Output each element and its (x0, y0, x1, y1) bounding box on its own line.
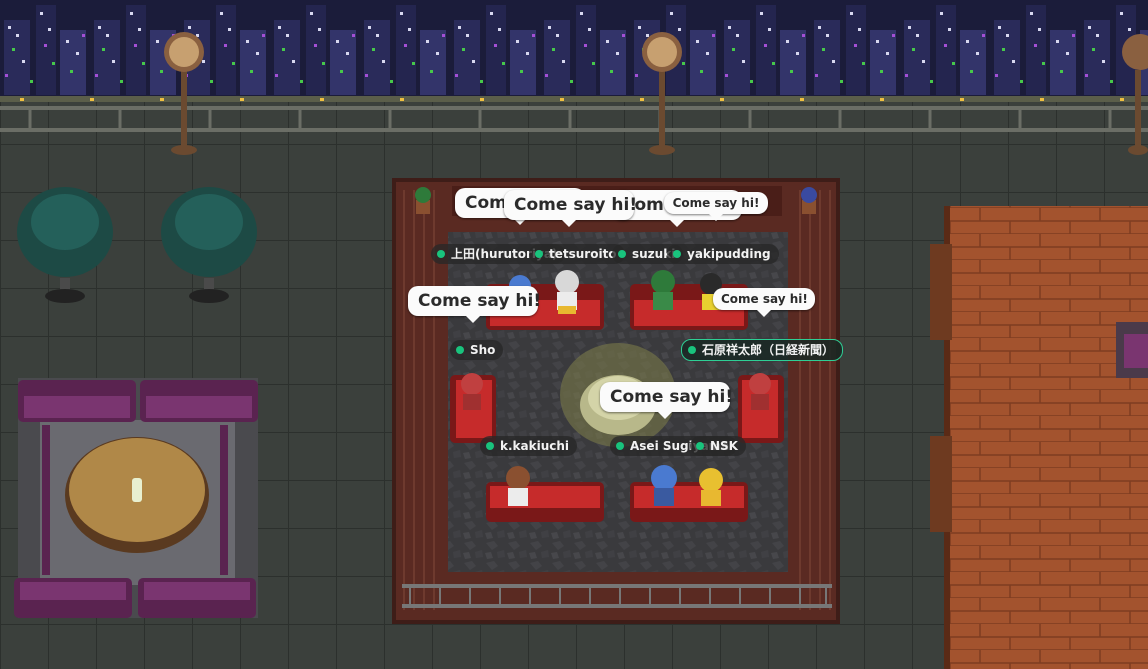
chat-bubble: Come say hi! (713, 288, 815, 317)
chat-bubble: Come say hi! (504, 190, 637, 227)
chat-bubble: Come say hi! (664, 192, 768, 221)
game-map[interactable]: 上田(hurutoriya) tetsuroito suzuki yakipud… (0, 0, 1148, 669)
chat-bubble: Come say hi! (600, 382, 733, 419)
chat-bubble: Come say hi! (408, 286, 541, 323)
